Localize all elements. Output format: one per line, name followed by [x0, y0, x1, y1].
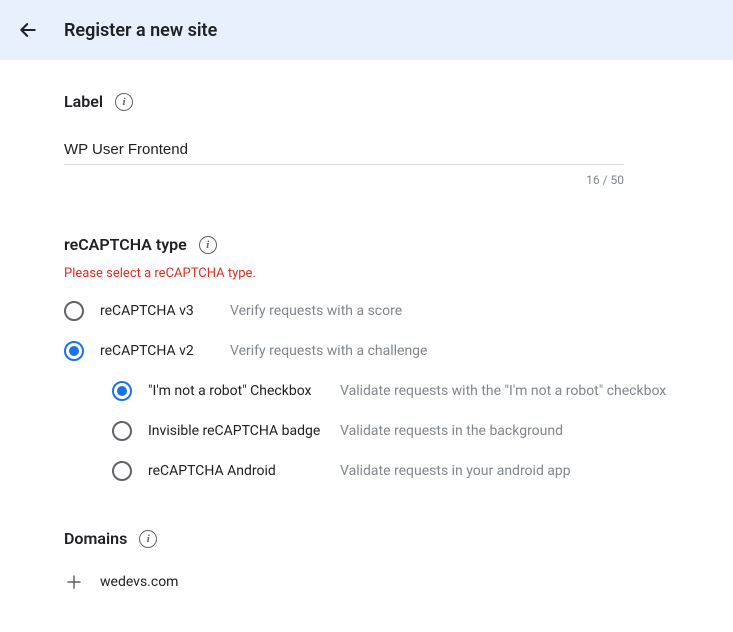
label-counter: 16 / 50 — [64, 173, 624, 187]
domains-title: Domains — [64, 529, 127, 548]
label-input-wrap — [64, 135, 669, 165]
radio-label: Invisible reCAPTCHA badge — [148, 423, 324, 439]
info-icon[interactable]: i — [139, 530, 157, 548]
info-icon[interactable]: i — [115, 93, 133, 111]
domain-text: wedevs.com — [100, 574, 178, 590]
domain-row: wedevs.com — [64, 572, 669, 592]
radio-desc: Validate requests in your android app — [340, 463, 571, 479]
radio-label: "I'm not a robot" Checkbox — [148, 383, 324, 399]
radio-label: reCAPTCHA Android — [148, 463, 324, 479]
radio-desc: Verify requests with a challenge — [230, 343, 427, 359]
label-header: Label i — [64, 92, 669, 111]
label-title: Label — [64, 92, 103, 111]
radio-icon[interactable] — [64, 341, 84, 361]
radio-icon[interactable] — [64, 301, 84, 321]
radio-v3[interactable]: reCAPTCHA v3 Verify requests with a scor… — [64, 301, 669, 321]
radio-icon[interactable] — [112, 461, 132, 481]
radio-v2[interactable]: reCAPTCHA v2 Verify requests with a chal… — [64, 341, 669, 361]
plus-icon[interactable] — [64, 572, 84, 592]
info-icon[interactable]: i — [199, 236, 217, 254]
radio-icon[interactable] — [112, 381, 132, 401]
label-input[interactable] — [64, 135, 624, 165]
type-header: reCAPTCHA type i — [64, 235, 669, 254]
topbar: Register a new site — [0, 0, 733, 60]
domains-header: Domains i — [64, 529, 669, 548]
type-title: reCAPTCHA type — [64, 235, 187, 254]
radio-label: reCAPTCHA v3 — [100, 303, 214, 319]
back-arrow-icon[interactable] — [16, 18, 40, 42]
radio-android[interactable]: reCAPTCHA Android Validate requests in y… — [112, 461, 669, 481]
radio-invisible[interactable]: Invisible reCAPTCHA badge Validate reque… — [112, 421, 669, 441]
page-title: Register a new site — [64, 20, 217, 41]
radio-label: reCAPTCHA v2 — [100, 343, 214, 359]
content: Label i 16 / 50 reCAPTCHA type i Please … — [0, 60, 733, 632]
radio-desc: Validate requests in the background — [340, 423, 563, 439]
radio-icon[interactable] — [112, 421, 132, 441]
type-error: Please select a reCAPTCHA type. — [64, 266, 669, 281]
radio-desc: Verify requests with a score — [230, 303, 402, 319]
radio-desc: Validate requests with the "I'm not a ro… — [340, 383, 666, 399]
radio-checkbox[interactable]: "I'm not a robot" Checkbox Validate requ… — [112, 381, 669, 401]
